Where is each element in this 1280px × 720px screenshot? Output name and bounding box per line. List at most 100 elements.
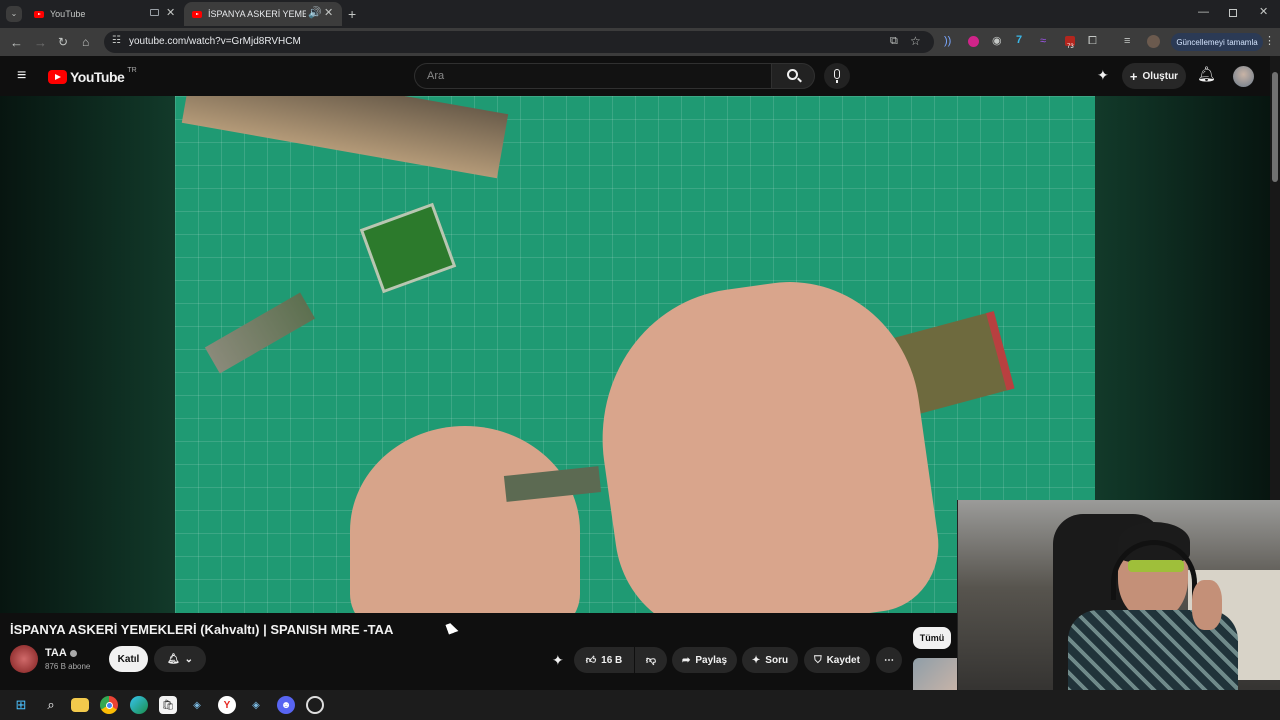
plus-icon: + — [1129, 68, 1138, 84]
like-button[interactable]: 👍︎ 16 B — [574, 647, 634, 673]
close-tab-icon[interactable]: ✕ — [166, 8, 175, 19]
speaker-icon[interactable]: 🔊 — [308, 8, 322, 19]
person-hand — [1192, 580, 1222, 630]
install-app-icon[interactable]: ⧉ — [890, 36, 898, 47]
bookmark-star-icon[interactable]: ☆ — [910, 35, 921, 47]
update-label: Güncellemeyi tamamla — [1176, 37, 1258, 47]
ambient-glow-left — [0, 96, 175, 613]
restore-icon[interactable] — [1229, 9, 1237, 17]
edge-icon[interactable] — [130, 696, 148, 714]
minimize-icon[interactable]: — — [1198, 7, 1209, 18]
app-settings-icon[interactable] — [306, 696, 324, 714]
ai-sparkle-icon[interactable]: ✦ — [552, 653, 564, 667]
tab-search-dropdown-icon[interactable]: ⌄ — [6, 6, 22, 22]
thumbs-up-icon: 👍︎ — [585, 655, 597, 666]
extension-translate-icon[interactable]: )) — [944, 36, 951, 47]
back-icon[interactable]: ← — [10, 36, 23, 49]
chrome-icon[interactable] — [100, 696, 118, 714]
youtube-favicon-icon — [192, 10, 202, 18]
mouse-cursor-icon — [445, 621, 459, 635]
subscriber-count: 876 B abone — [45, 662, 91, 671]
account-avatar[interactable] — [1233, 66, 1254, 87]
extension-purple-icon[interactable]: ≈ — [1040, 36, 1046, 47]
share-button[interactable]: ➦ Paylaş — [672, 647, 737, 673]
file-explorer-icon[interactable] — [71, 698, 89, 712]
tab-title: İSPANYA ASKERİ YEMEKLERİ — [208, 9, 306, 19]
ask-label: Soru — [765, 654, 789, 666]
youtube-logo[interactable]: YouTube TR — [48, 66, 137, 85]
search-input[interactable]: Ara — [414, 63, 772, 89]
create-button[interactable]: + Oluştur — [1122, 63, 1186, 89]
video-title: İSPANYA ASKERİ YEMEKLERİ (Kahvaltı) | SP… — [10, 622, 394, 637]
like-count: 16 B — [601, 654, 623, 666]
channel-name: TAA — [45, 647, 67, 659]
extensions-puzzle-icon[interactable]: ⧠ — [1088, 36, 1097, 47]
kebab-menu-icon[interactable]: ⋮ — [1264, 36, 1275, 47]
store-icon[interactable]: 🛍︎ — [159, 696, 177, 714]
channel-avatar[interactable] — [10, 645, 38, 673]
bookmark-icon: ⛉ — [814, 654, 822, 666]
microphone-icon — [834, 69, 840, 79]
home-icon[interactable]: ⌂ — [82, 36, 89, 48]
join-label: Katıl — [117, 653, 140, 665]
site-info-icon[interactable]: ☷ — [112, 36, 121, 46]
tab-youtube[interactable]: YouTube ✕ — [26, 2, 182, 26]
yandex-browser-icon[interactable]: Y — [218, 696, 236, 714]
save-button[interactable]: ⛉ Kaydet — [804, 647, 870, 673]
steam-icon[interactable]: ◈ — [188, 696, 206, 714]
extension-mask-icon[interactable]: ◉ — [992, 36, 1002, 47]
ai-sparkle-icon[interactable]: ✦ — [1097, 68, 1109, 82]
ask-button[interactable]: ✦ Soru — [742, 647, 798, 673]
channel-name-row[interactable]: TAA — [45, 647, 77, 659]
webcam-overlay — [957, 500, 1280, 720]
notifications-bell-icon[interactable]: 🔔︎ — [1197, 67, 1216, 82]
search-button[interactable] — [771, 63, 815, 89]
update-button[interactable]: Güncellemeyi tamamla — [1171, 33, 1263, 51]
reload-icon[interactable]: ↻ — [58, 36, 68, 48]
profile-avatar-icon[interactable] — [1147, 35, 1160, 48]
close-window-icon[interactable]: ✕ — [1259, 7, 1268, 18]
tab-title: YouTube — [50, 9, 86, 19]
chevron-down-icon: ⌄ — [184, 653, 194, 665]
foil-packet — [204, 292, 316, 374]
join-button[interactable]: Katıl — [109, 646, 148, 672]
tab-video[interactable]: İSPANYA ASKERİ YEMEKLERİ 🔊 ✕ — [184, 2, 342, 26]
cardboard-box — [181, 96, 509, 179]
logo-text: YouTube — [70, 69, 125, 85]
discord-icon[interactable]: ☻ — [277, 696, 295, 714]
right-hand — [582, 265, 948, 613]
dislike-button[interactable]: 👎︎ — [635, 647, 667, 673]
browser-tab-bar: ⌄ YouTube ✕ İSPANYA ASKERİ YEMEKLERİ 🔊 ✕… — [0, 0, 1280, 28]
windows-taskbar: ⊞ ⌕ 🛍︎ ◈ Y ◈ ☻ — [0, 690, 1280, 720]
scrollbar-thumb[interactable] — [1272, 72, 1278, 182]
share-arrow-icon: ➦ — [681, 654, 691, 666]
search-icon[interactable]: ⌕ — [42, 696, 60, 714]
subscribed-notifications-button[interactable]: 🔔︎ ⌄ — [154, 646, 206, 672]
chip-all-label: Tümü — [919, 633, 945, 643]
more-horizontal-icon: ⋯ — [884, 654, 894, 666]
url-text: youtube.com/watch?v=GrMjd8RVHCM — [129, 36, 301, 47]
new-tab-icon[interactable]: + — [348, 7, 356, 21]
voice-search-button[interactable] — [824, 63, 850, 89]
recommended-thumbnail[interactable] — [913, 658, 957, 690]
region-code: TR — [127, 66, 137, 74]
save-label: Kaydet — [826, 654, 860, 666]
masthead: ≡ YouTube TR Ara ✦ + Oluştur 🔔︎ — [0, 56, 1270, 96]
steam-alt-icon[interactable]: ◈ — [247, 696, 265, 714]
chip-all[interactable]: Tümü — [913, 627, 951, 649]
sparkle-icon: ✦ — [751, 654, 761, 666]
thumbs-down-icon: 👎︎ — [645, 655, 657, 666]
hamburger-menu-icon[interactable]: ≡ — [17, 68, 26, 84]
close-tab-icon[interactable]: ✕ — [324, 8, 333, 19]
reading-list-icon[interactable]: ≡ — [1124, 36, 1130, 47]
more-actions-button[interactable]: ⋯ — [876, 647, 902, 673]
search-placeholder: Ara — [427, 70, 445, 82]
share-label: Paylaş — [695, 654, 728, 666]
youtube-favicon-icon — [34, 10, 44, 18]
address-bar[interactable]: ☷ youtube.com/watch?v=GrMjd8RVHCM ⧉ ☆ — [104, 31, 934, 53]
forward-icon[interactable]: → — [34, 36, 47, 49]
windows-start-icon[interactable]: ⊞ — [12, 696, 30, 714]
extension-seven-icon[interactable]: 7 — [1016, 35, 1022, 46]
extension-pink-icon[interactable] — [968, 36, 979, 47]
tab-media-icon — [150, 9, 159, 16]
